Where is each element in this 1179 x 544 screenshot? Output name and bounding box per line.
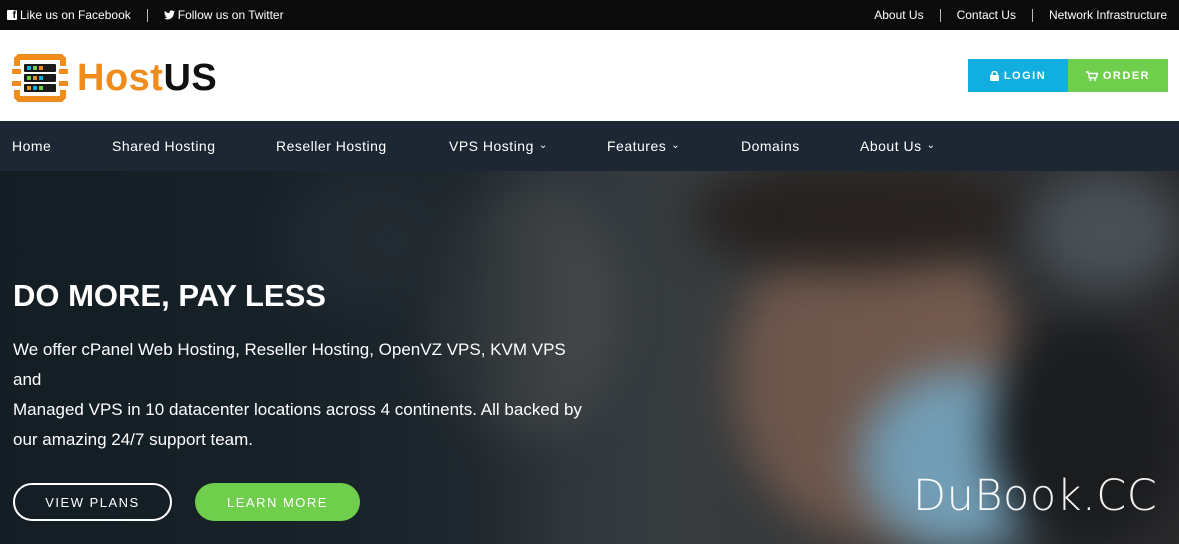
site-header: HostUS LOGIN ORDER [0,30,1179,121]
hero-subtitle: We offer cPanel Web Hosting, Reseller Ho… [13,335,583,455]
nav-about-us-label: About Us [860,138,922,154]
cart-icon [1085,70,1098,81]
facebook-link[interactable]: f Like us on Facebook [7,8,131,22]
brand-name-us: US [163,57,218,99]
nav-domains-label: Domains [741,138,800,154]
server-logo-icon [12,54,68,102]
brand-name: HostUS [77,59,217,97]
login-button[interactable]: LOGIN [968,59,1068,92]
hero-title: DO MORE, PAY LESS [13,278,326,313]
chevron-down-icon: ⌄ [538,139,548,151]
nav-features[interactable]: Features ⌄ [607,121,680,171]
logo[interactable]: HostUS [12,52,217,104]
watermark-text: DuBook.CC [913,471,1158,521]
hero-banner: DO MORE, PAY LESS We offer cPanel Web Ho… [0,171,1179,544]
about-us-link[interactable]: About Us [874,8,923,22]
login-button-label: LOGIN [1003,69,1047,82]
social-links: f Like us on Facebook Follow us on Twitt… [7,8,284,22]
network-infrastructure-link[interactable]: Network Infrastructure [1049,8,1167,22]
nav-home[interactable]: Home [12,121,51,171]
order-button-label: ORDER [1102,69,1151,82]
divider [939,8,941,22]
chevron-down-icon: ⌄ [671,139,681,151]
learn-more-button[interactable]: LEARN MORE [195,483,360,521]
nav-vps-hosting-label: VPS Hosting [449,138,534,154]
utility-links: About Us Contact Us Network Infrastructu… [874,8,1167,22]
facebook-icon: f [7,10,17,21]
nav-about-us[interactable]: About Us ⌄ [860,121,935,171]
hero-subtitle-line: Managed VPS in 10 datacenter locations a… [13,400,582,419]
nav-home-label: Home [12,138,52,154]
nav-reseller-hosting[interactable]: Reseller Hosting [276,121,387,171]
nav-domains[interactable]: Domains [741,121,800,171]
hero-subtitle-line: our amazing 24/7 support team. [13,430,254,449]
facebook-link-label: Like us on Facebook [20,8,131,22]
twitter-link-label: Follow us on Twitter [177,8,284,22]
main-nav: Home Shared Hosting Reseller Hosting VPS… [0,121,1179,171]
nav-shared-hosting[interactable]: Shared Hosting [112,121,216,171]
order-button[interactable]: ORDER [1068,59,1168,92]
divider [1031,8,1033,22]
nav-vps-hosting[interactable]: VPS Hosting ⌄ [449,121,548,171]
hero-subtitle-line: We offer cPanel Web Hosting, Reseller Ho… [13,340,566,389]
top-bar: f Like us on Facebook Follow us on Twitt… [0,0,1179,30]
twitter-link[interactable]: Follow us on Twitter [163,8,284,22]
chevron-down-icon: ⌄ [926,139,936,151]
contact-us-link[interactable]: Contact Us [957,8,1016,22]
nav-shared-hosting-label: Shared Hosting [112,138,216,154]
view-plans-button[interactable]: VIEW PLANS [13,483,172,521]
twitter-icon [163,10,175,20]
nav-features-label: Features [607,138,667,154]
divider [146,8,148,22]
nav-reseller-hosting-label: Reseller Hosting [276,138,387,154]
brand-name-host: Host [77,57,164,99]
lock-icon [989,70,999,81]
